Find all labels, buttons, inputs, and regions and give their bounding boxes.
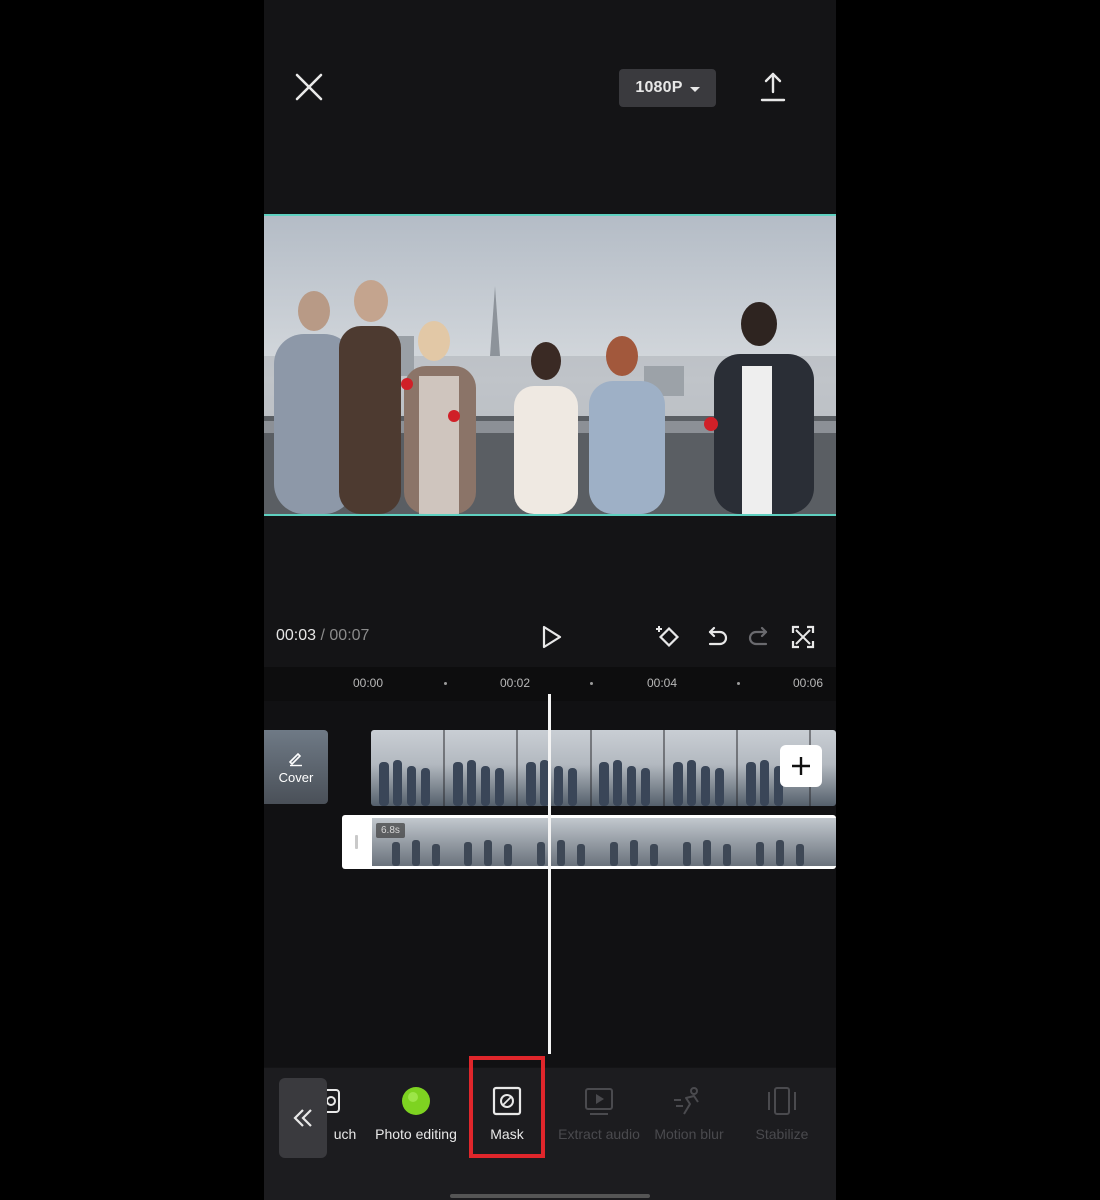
resolution-label: 1080P bbox=[635, 79, 683, 96]
clip-duration-badge: 6.8s bbox=[376, 823, 405, 838]
export-icon[interactable] bbox=[758, 70, 788, 104]
tool-mask[interactable]: Mask bbox=[466, 1084, 548, 1143]
overlay-clip-selected[interactable]: 6.8s bbox=[342, 815, 836, 869]
collapse-toolbar-button[interactable] bbox=[279, 1078, 327, 1158]
tool-motion-blur[interactable]: Motion blur bbox=[648, 1084, 730, 1143]
preview-frame bbox=[264, 216, 836, 514]
playback-controls: 00:03 / 00:07 bbox=[264, 610, 836, 665]
resolution-dropdown[interactable]: 1080P bbox=[619, 69, 716, 107]
stabilize-icon bbox=[768, 1087, 796, 1115]
tool-photo-editing[interactable]: Photo editing bbox=[375, 1084, 457, 1143]
redo-icon[interactable] bbox=[745, 622, 775, 652]
add-clip-button[interactable] bbox=[780, 745, 822, 787]
video-preview[interactable] bbox=[264, 214, 836, 516]
ruler-dot bbox=[737, 682, 740, 685]
photo-editing-icon bbox=[402, 1087, 430, 1115]
tool-stabilize[interactable]: Stabilize bbox=[741, 1084, 823, 1143]
time-display: 00:03 / 00:07 bbox=[276, 627, 369, 645]
overlay-thumbnails bbox=[372, 818, 836, 866]
tool-label: Photo editing bbox=[375, 1126, 457, 1142]
time-separator: / bbox=[320, 627, 325, 644]
ruler-label: 00:04 bbox=[647, 676, 678, 690]
play-icon[interactable] bbox=[536, 622, 566, 652]
cover-button[interactable]: Cover bbox=[264, 730, 328, 804]
home-indicator bbox=[450, 1194, 650, 1198]
tool-label: Extract audio bbox=[558, 1126, 640, 1142]
app-screen: 1080P 00:03 / 00:07 00:00 00:02 00:04 00… bbox=[264, 0, 836, 1200]
ruler-dot bbox=[590, 682, 593, 685]
cover-label: Cover bbox=[278, 770, 314, 785]
clip-thumbnails bbox=[371, 730, 836, 806]
main-video-clip[interactable] bbox=[371, 730, 836, 806]
total-time: 00:07 bbox=[329, 627, 370, 644]
tool-label: Mask bbox=[490, 1126, 524, 1142]
fullscreen-icon[interactable] bbox=[788, 622, 818, 652]
plus-icon bbox=[792, 757, 810, 775]
edit-pencil-icon bbox=[288, 752, 302, 767]
top-bar: 1080P bbox=[264, 0, 836, 215]
tool-label: Stabilize bbox=[755, 1126, 809, 1142]
overlay-clip-frames bbox=[372, 818, 836, 866]
ruler-label: 00:06 bbox=[793, 676, 824, 690]
close-icon[interactable] bbox=[292, 70, 326, 104]
ruler-dot bbox=[444, 682, 447, 685]
playhead[interactable] bbox=[548, 694, 551, 1054]
current-time: 00:03 bbox=[276, 627, 317, 644]
trim-handle-left[interactable] bbox=[355, 835, 358, 849]
tool-label: Motion blur bbox=[654, 1126, 724, 1142]
double-chevron-left-icon bbox=[293, 1109, 312, 1127]
bottom-toolbar: uch Photo editing Mask Extract audio Mot… bbox=[264, 1056, 836, 1200]
ruler-label: 00:00 bbox=[353, 676, 384, 690]
mask-icon bbox=[492, 1086, 522, 1116]
extract-audio-icon bbox=[585, 1088, 613, 1115]
ruler-label: 00:02 bbox=[500, 676, 531, 690]
motion-blur-icon bbox=[674, 1087, 699, 1115]
caret-down-icon bbox=[689, 86, 700, 92]
undo-icon[interactable] bbox=[701, 622, 731, 652]
keyframe-icon[interactable] bbox=[654, 622, 684, 652]
tool-extract-audio[interactable]: Extract audio bbox=[558, 1084, 640, 1143]
